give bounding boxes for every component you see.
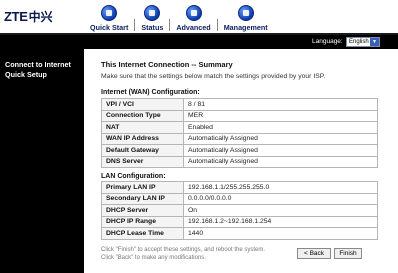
language-select[interactable]: English ▼ [346,37,380,47]
nav-management[interactable]: Management [218,2,274,32]
logo-cn-text: 中兴 [28,9,53,24]
table-row: VPI / VCI 8 / 81 [101,98,378,111]
row-value: 8 / 81 [183,98,378,111]
row-key: DHCP Lease Time [101,227,184,240]
chevron-down-icon: ▼ [370,38,379,46]
language-bar: Language: English ▼ [0,35,398,49]
row-key: DHCP IP Range [101,215,184,228]
table-row: Default Gateway Automatically Assigned [101,144,378,157]
sidebar: Connect to Internet Quick Setup [0,49,84,273]
intro-text: Make sure that the settings below match … [101,73,326,80]
row-key: Connection Type [101,109,184,122]
row-value: 192.168.1.2~192.168.1.254 [183,215,378,228]
back-button[interactable]: < Back [297,248,331,259]
row-key: WAN IP Address [101,132,184,145]
lan-section-title: LAN Configuration: [101,173,166,180]
main-nav: Quick Start Status Advanced Management [84,2,274,32]
lan-summary-table: Primary LAN IP 192.168.1.1/255.255.255.0 … [101,181,378,240]
language-selected-value: English [349,39,369,45]
nav-label: Management [223,23,268,32]
row-key: Secondary LAN IP [101,192,184,205]
nav-status[interactable]: Status [135,2,169,32]
nav-advanced[interactable]: Advanced [170,2,216,32]
row-key: DHCP Server [101,204,184,217]
page-title: This Internet Connection -- Summary [101,60,233,69]
table-row: WAN IP Address Automatically Assigned [101,132,378,145]
nav-label: Quick Start [90,23,129,32]
advanced-icon [185,5,202,21]
row-value: 1440 [183,227,378,240]
footnote-back: Click "Back" to make any modifications. [101,255,206,261]
footnote-finish: Click "Finish" to accept these settings,… [101,247,266,253]
nav-quick-start[interactable]: Quick Start [84,2,134,32]
table-row: Primary LAN IP 192.168.1.1/255.255.255.0 [101,181,378,194]
row-value: 0.0.0.0/0.0.0.0 [183,192,378,205]
row-value: Automatically Assigned [183,155,378,168]
wan-summary-table: VPI / VCI 8 / 81 Connection Type MER NAT En… [101,98,378,168]
row-key: Default Gateway [101,144,184,157]
table-row: Secondary LAN IP 0.0.0.0/0.0.0.0 [101,192,378,205]
main-content: This Internet Connection -- Summary Make… [84,49,398,273]
table-row: Connection Type MER [101,109,378,122]
row-key: VPI / VCI [101,98,184,111]
row-value: Automatically Assigned [183,144,378,157]
wan-section-title: Internet (WAN) Configuration: [101,89,200,96]
status-icon [144,5,161,21]
language-label: Language: [312,38,343,45]
row-value: Enabled [183,121,378,134]
row-key: NAT [101,121,184,134]
row-value: Automatically Assigned [183,132,378,145]
row-value: MER [183,109,378,122]
row-key: DNS Server [101,155,184,168]
table-row: NAT Enabled [101,121,378,134]
quick-start-icon [101,5,118,21]
row-value: 192.168.1.1/255.255.255.0 [183,181,378,194]
nav-label: Status [141,23,164,32]
logo-text: ZTE [4,8,28,24]
table-row: DHCP IP Range 192.168.1.2~192.168.1.254 [101,215,378,228]
management-icon [237,5,254,21]
nav-label: Advanced [176,23,211,32]
table-row: DHCP Lease Time 1440 [101,227,378,240]
header: ZTE 中兴 Quick Start Status Advanced Manag… [0,0,398,33]
zte-logo: ZTE 中兴 [4,8,53,24]
finish-button[interactable]: Finish [334,248,362,259]
row-value: On [183,204,378,217]
table-row: DNS Server Automatically Assigned [101,155,378,168]
row-key: Primary LAN IP [101,181,184,194]
sidebar-title: Connect to Internet Quick Setup [5,60,71,79]
table-row: DHCP Server On [101,204,378,217]
